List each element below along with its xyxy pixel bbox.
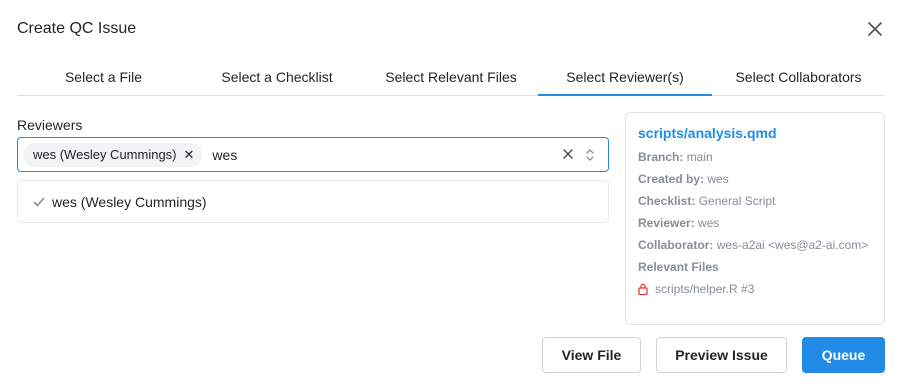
clear-icon[interactable] xyxy=(561,147,575,161)
summary-file-title: scripts/analysis.qmd xyxy=(638,125,777,141)
reviewer-option[interactable]: wes (Wesley Cummings) xyxy=(26,188,600,216)
tab-select-collaborators[interactable]: Select Collaborators xyxy=(712,58,885,95)
step-tabs: Select a File Select a Checklist Select … xyxy=(17,58,885,96)
reviewers-dropdown: wes (Wesley Cummings) xyxy=(17,180,609,223)
create-qc-issue-dialog: Create QC Issue Select a File Select a C… xyxy=(0,0,900,390)
tab-select-relevant-files[interactable]: Select Relevant Files xyxy=(364,58,538,95)
summary-branch: Branch: main xyxy=(638,150,713,164)
queue-button[interactable]: Queue xyxy=(802,337,885,373)
relevant-file-name: scripts/helper.R #3 xyxy=(655,282,755,296)
summary-collaborator: Collaborator: wes-a2ai <wes@a2-ai.com> xyxy=(638,238,869,252)
reviewer-pill: wes (Wesley Cummings) ✕ xyxy=(23,142,203,167)
preview-issue-button[interactable]: Preview Issue xyxy=(656,337,787,373)
reviewers-multiselect[interactable]: wes (Wesley Cummings) ✕ wes xyxy=(17,137,609,172)
dialog-title: Create QC Issue xyxy=(17,20,137,37)
tab-select-reviewers[interactable]: Select Reviewer(s) xyxy=(538,58,712,96)
remove-pill-icon[interactable]: ✕ xyxy=(184,147,195,163)
relevant-file-item: scripts/helper.R #3 xyxy=(638,282,872,296)
lock-icon xyxy=(638,283,648,295)
summary-created-by: Created by: wes xyxy=(638,172,729,186)
chevron-updown-icon[interactable] xyxy=(584,146,596,164)
issue-summary-card: scripts/analysis.qmd Branch: main Create… xyxy=(625,112,885,325)
view-file-button[interactable]: View File xyxy=(542,337,641,373)
tab-select-checklist[interactable]: Select a Checklist xyxy=(190,58,364,95)
summary-reviewer: Reviewer: wes xyxy=(638,216,720,230)
reviewer-option-label: wes (Wesley Cummings) xyxy=(52,194,207,210)
tab-select-file[interactable]: Select a File xyxy=(17,58,190,95)
summary-relevant-files-label: Relevant Files xyxy=(638,260,719,274)
reviewers-label: Reviewers xyxy=(17,117,83,133)
reviewer-pill-label: wes (Wesley Cummings) xyxy=(33,147,177,162)
close-icon[interactable] xyxy=(866,20,884,38)
summary-checklist: Checklist: General Script xyxy=(638,194,776,208)
check-icon xyxy=(33,197,45,207)
reviewers-search-input[interactable]: wes xyxy=(212,147,237,163)
